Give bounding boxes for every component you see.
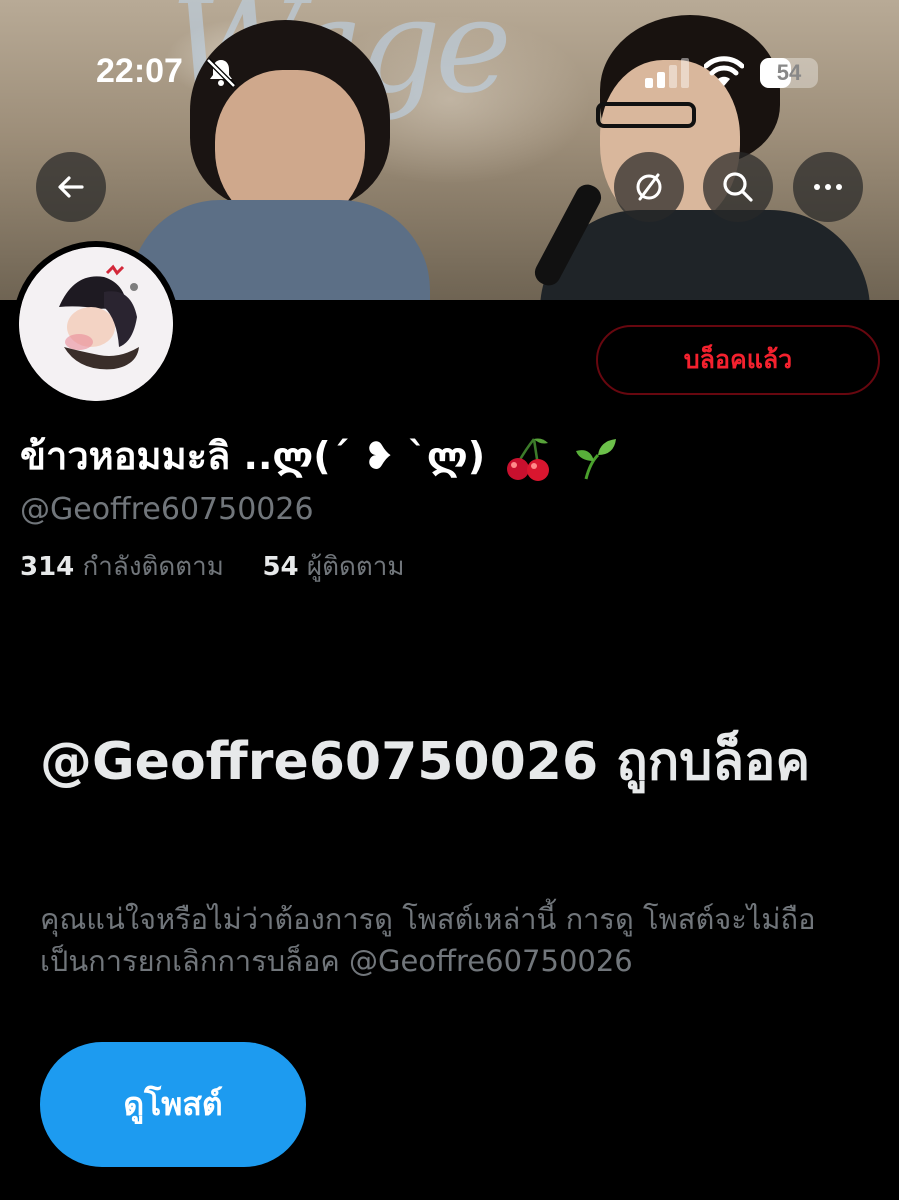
followers-link[interactable]: 54 ผู้ติดตาม	[262, 552, 404, 582]
more-button[interactable]	[793, 152, 863, 222]
back-button[interactable]	[36, 152, 106, 222]
back-arrow-icon	[58, 176, 84, 198]
view-posts-button[interactable]: ดูโพสต์	[40, 1042, 306, 1167]
display-name-text: ข้าวหอมมะลิ ..ლ(´ ❥ `ლ)	[20, 434, 486, 478]
blocked-notice-title: @Geoffre60750026 ถูกบล็อค	[40, 732, 811, 792]
avatar[interactable]	[13, 241, 179, 407]
following-count: 314	[20, 552, 75, 582]
followers-count: 54	[262, 552, 299, 582]
followers-label: ผู้ติดตาม	[306, 552, 405, 582]
more-icon	[814, 184, 842, 190]
bell-slash-icon	[206, 58, 236, 88]
grok-icon	[636, 173, 662, 201]
cherry-emoji	[507, 437, 550, 481]
grok-button[interactable]	[614, 152, 684, 222]
search-button[interactable]	[703, 152, 773, 222]
profile-handle: @Geoffre60750026	[20, 492, 314, 527]
seedling-emoji	[575, 438, 616, 479]
display-name: ข้าวหอมมะลิ ..ლ(´ ❥ `ლ)	[20, 425, 620, 486]
search-icon	[723, 172, 753, 202]
wifi-icon	[704, 56, 744, 86]
following-link[interactable]: 314 กำลังติดตาม	[20, 552, 232, 582]
blocked-button[interactable]: บล็อคแล้ว	[596, 325, 880, 395]
profile-screen: Wage 22:07 54	[0, 0, 899, 1200]
battery-icon: 54	[760, 58, 818, 88]
follow-stats: 314 กำลังติดตาม 54 ผู้ติดตาม	[20, 546, 405, 587]
battery-level: 54	[776, 60, 802, 85]
blocked-notice-description: คุณแน่ใจหรือไม่ว่าต้องการดู โพสต์เหล่านี…	[40, 902, 816, 978]
cellular-signal-icon	[645, 58, 689, 88]
following-label: กำลังติดตาม	[82, 552, 224, 582]
status-time: 22:07	[96, 52, 183, 90]
avatar-illustration	[19, 247, 173, 401]
